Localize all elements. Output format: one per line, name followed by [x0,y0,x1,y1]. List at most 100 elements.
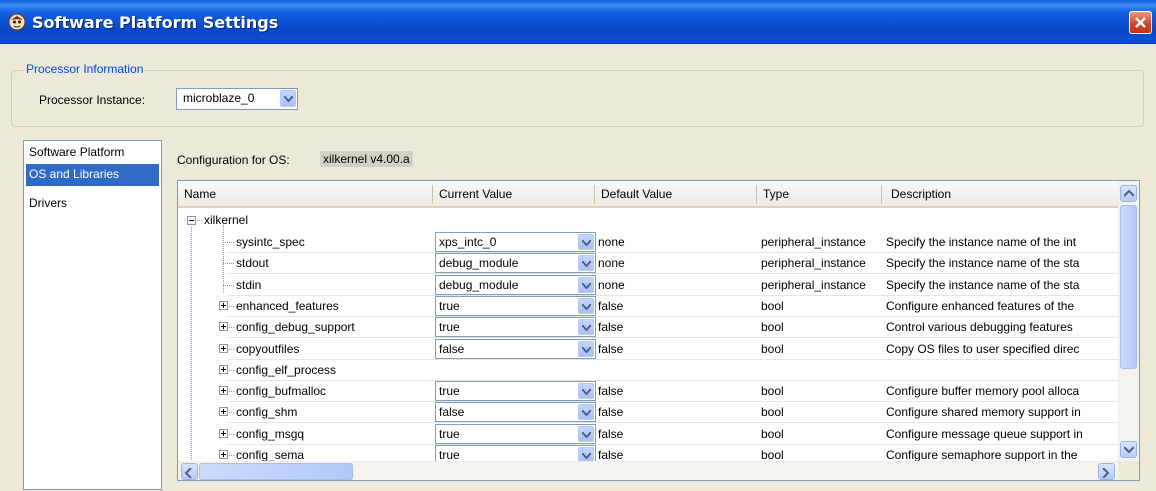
horizontal-scrollbar[interactable] [178,461,1118,480]
row-type: bool [761,320,784,334]
table-row[interactable]: config_msgq true false bool Configure messag… [178,423,1118,445]
row-default-value: none [598,278,625,292]
expand-icon[interactable] [219,407,228,416]
table-row[interactable]: copyoutfiles false false bool Copy OS files … [178,338,1118,360]
processor-instance-value: microblaze_0 [183,91,255,105]
row-description: Configure buffer memory pool alloca [886,384,1080,398]
chevron-down-icon[interactable] [578,341,594,357]
row-name: sysintc_spec [236,235,305,249]
current-value-select[interactable]: true [435,424,596,444]
table-row-root[interactable]: xilkernel [178,209,1118,231]
current-value-text: debug_module [439,278,519,292]
expand-icon[interactable] [219,322,228,331]
vertical-scroll-thumb[interactable] [1120,205,1137,369]
col-description[interactable]: Description [891,187,951,201]
scroll-up-button[interactable] [1120,185,1137,202]
col-default-value[interactable]: Default Value [601,187,672,201]
chevron-down-icon[interactable] [578,277,594,293]
expand-icon[interactable] [219,450,228,459]
chevron-down-icon[interactable] [578,234,594,250]
row-type: peripheral_instance [761,256,866,270]
chevron-down-icon[interactable] [578,426,594,442]
config-os-value: xilkernel v4.00.a [320,151,413,167]
row-name: config_msgq [236,427,305,441]
chevron-down-icon[interactable] [578,255,594,271]
table-row[interactable]: config_debug_support true false bool Control… [178,316,1118,338]
current-value-select[interactable]: true [435,317,596,337]
table-row[interactable]: stdout debug_module none peripheral_instanc… [178,252,1118,274]
row-name: stdin [236,278,262,292]
chevron-down-icon [1124,446,1134,453]
nav-item-software-platform[interactable]: Software Platform [26,142,159,164]
vertical-scrollbar[interactable] [1118,181,1139,461]
current-value-select[interactable]: false [435,339,596,359]
row-type: bool [761,299,784,313]
current-value-select[interactable]: false [435,402,596,422]
table-row[interactable]: enhanced_features true false bool Configure … [178,295,1118,317]
chevron-down-icon[interactable] [578,319,594,335]
table-row[interactable]: config_shm false false bool Configure shared… [178,401,1118,423]
row-description: Configure shared memory support in [886,405,1081,419]
close-icon [1135,17,1146,28]
chevron-down-icon[interactable] [578,298,594,314]
nav-item-drivers[interactable]: Drivers [26,193,159,215]
chevron-down-icon[interactable] [578,383,594,399]
scroll-left-button[interactable] [181,463,198,480]
current-value-select[interactable]: true [435,381,596,401]
expand-icon[interactable] [219,344,228,353]
table-header: Name Current Value Default Value Type De… [178,181,1118,208]
row-name: config_elf_process [236,363,337,377]
table-row[interactable]: config_bufmalloc true false bool Configure b… [178,380,1118,402]
window-title: Software Platform Settings [32,13,279,32]
row-default-value: false [598,342,624,356]
row-description: Copy OS files to user specified direc [886,342,1080,356]
row-name: config_sema [236,448,305,462]
row-description: Configure enhanced features of the [886,299,1075,313]
row-type: bool [761,427,784,441]
current-value-text: true [439,299,460,313]
table-row[interactable]: stdin debug_module none peripheral_instance… [178,274,1118,296]
root-name: xilkernel [204,213,249,227]
row-type: bool [761,384,784,398]
chevron-down-icon[interactable] [280,90,296,107]
table-row[interactable]: config_elf_process [178,359,1118,381]
row-default-value: none [598,235,625,249]
row-name: enhanced_features [236,299,339,313]
current-value-text: true [439,384,460,398]
expand-icon[interactable] [219,365,228,374]
current-value-text: debug_module [439,256,519,270]
current-value-select[interactable]: true [435,296,596,316]
col-type[interactable]: Type [763,187,789,201]
collapse-icon[interactable] [187,216,196,225]
current-value-select[interactable]: debug_module [435,253,596,273]
row-name: config_bufmalloc [236,384,327,398]
processor-info-legend: Processor Information [24,62,146,76]
col-current-value[interactable]: Current Value [439,187,512,201]
row-description: Control various debugging features [886,320,1073,334]
current-value-text: true [439,427,460,441]
nav-item-os-libraries[interactable]: OS and Libraries [26,164,159,186]
current-value-select[interactable]: debug_module [435,275,596,295]
row-description: Configure semaphore support in the [886,448,1078,462]
expand-icon[interactable] [219,429,228,438]
row-description: Specify the instance name of the int [886,235,1077,249]
scroll-down-button[interactable] [1120,441,1137,458]
expand-icon[interactable] [219,301,228,310]
row-name: config_debug_support [236,320,355,334]
current-value-select[interactable]: xps_intc_0 [435,232,596,252]
table-row[interactable]: sysintc_spec xps_intc_0 none peripheral_ins… [178,231,1118,253]
expand-icon[interactable] [219,386,228,395]
current-value-text: false [439,405,465,419]
row-description: Configure message queue support in [886,427,1083,441]
row-default-value: false [598,320,624,334]
title-bar[interactable]: Software Platform Settings [0,0,1156,44]
scroll-corner [1118,461,1139,480]
row-name: stdout [236,256,269,270]
col-name[interactable]: Name [184,187,216,201]
chevron-down-icon[interactable] [578,404,594,420]
processor-instance-select[interactable]: microblaze_0 [176,88,298,110]
scroll-right-button[interactable] [1098,463,1115,480]
row-description: Specify the instance name of the sta [886,256,1080,270]
horizontal-scroll-thumb[interactable] [199,463,353,480]
close-button[interactable] [1129,11,1152,34]
